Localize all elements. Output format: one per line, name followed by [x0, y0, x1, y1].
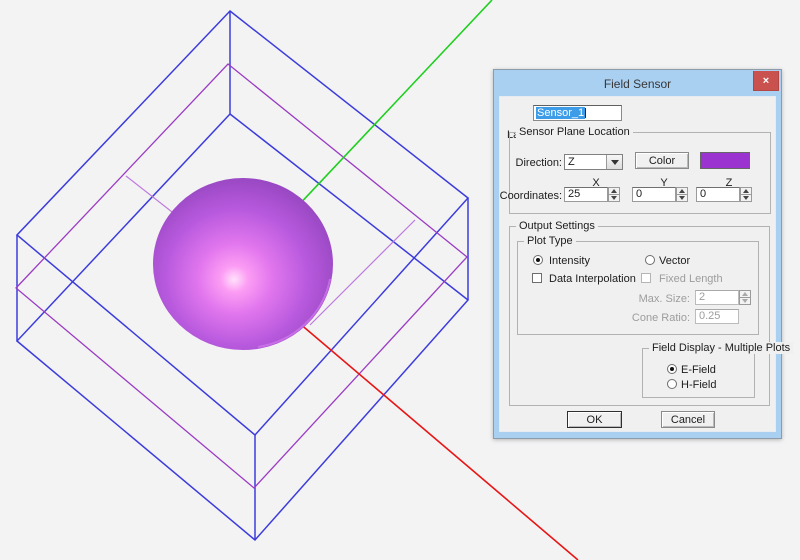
data-interpolation-label: Data Interpolation: [549, 273, 636, 285]
sensor-plane-location-title: Sensor Plane Location: [516, 126, 633, 138]
spin-up-icon: [739, 290, 751, 298]
direction-value: Z: [565, 155, 606, 169]
coordinate-x-field[interactable]: 25: [564, 187, 608, 202]
max-size-spinner: [739, 290, 751, 305]
color-button[interactable]: Color: [635, 152, 689, 169]
chevron-down-icon: [611, 160, 619, 165]
coordinate-z-spinner[interactable]: [740, 187, 752, 202]
coordinates-caption: Coordinates:: [500, 190, 562, 202]
spin-down-icon[interactable]: [608, 195, 620, 202]
h-field-radio[interactable]: [667, 379, 677, 389]
coordinate-y-spinner[interactable]: [676, 187, 688, 202]
direction-caption: Direction:: [516, 157, 562, 169]
coordinate-x-spinner[interactable]: [608, 187, 620, 202]
sensor-color-swatch[interactable]: [700, 152, 750, 169]
vector-radio[interactable]: [645, 255, 655, 265]
max-size-field: 2: [695, 290, 739, 305]
ok-button[interactable]: OK: [567, 411, 622, 428]
dialog-titlebar[interactable]: Field Sensor: [494, 70, 781, 96]
spin-up-icon[interactable]: [740, 187, 752, 195]
dialog-title: Field Sensor: [604, 77, 671, 91]
output-settings-title: Output Settings: [516, 220, 598, 232]
field-sensor-dialog: Field Sensor × Label: Sensor_1 Sensor Pl…: [493, 69, 782, 439]
intensity-radio[interactable]: [533, 255, 543, 265]
e-field-label: E-Field: [681, 364, 716, 376]
h-field-label: H-Field: [681, 379, 716, 391]
fixed-length-label: Fixed Length: [659, 273, 723, 285]
close-button[interactable]: ×: [753, 71, 779, 91]
close-icon: ×: [763, 75, 769, 87]
e-field-radio[interactable]: [667, 364, 677, 374]
cone-ratio-field: 0.25: [695, 309, 739, 324]
fixed-length-checkbox: [641, 273, 651, 283]
vector-label: Vector: [659, 255, 690, 267]
label-input[interactable]: Sensor_1: [533, 105, 622, 121]
cone-ratio-caption: Cone Ratio:: [632, 312, 690, 324]
coordinate-y-field[interactable]: 0: [632, 187, 676, 202]
max-size-caption: Max. Size:: [639, 293, 690, 305]
coordinate-z-field[interactable]: 0: [696, 187, 740, 202]
direction-dropdown[interactable]: Z: [564, 154, 623, 170]
intensity-label: Intensity: [549, 255, 590, 267]
plot-type-title: Plot Type: [524, 235, 576, 247]
dialog-content: Label: Sensor_1 Sensor Plane Location Di…: [499, 96, 776, 432]
cancel-button[interactable]: Cancel: [661, 411, 715, 428]
data-interpolation-checkbox[interactable]: [532, 273, 542, 283]
spin-down-icon: [739, 298, 751, 305]
text-caret: [585, 108, 586, 118]
field-display-title: Field Display - Multiple Plots: [649, 342, 793, 354]
spin-down-icon[interactable]: [740, 195, 752, 202]
spin-down-icon[interactable]: [676, 195, 688, 202]
spin-up-icon[interactable]: [608, 187, 620, 195]
dropdown-button[interactable]: [606, 155, 622, 169]
spin-up-icon[interactable]: [676, 187, 688, 195]
label-input-selected-text: Sensor_1: [536, 107, 585, 119]
